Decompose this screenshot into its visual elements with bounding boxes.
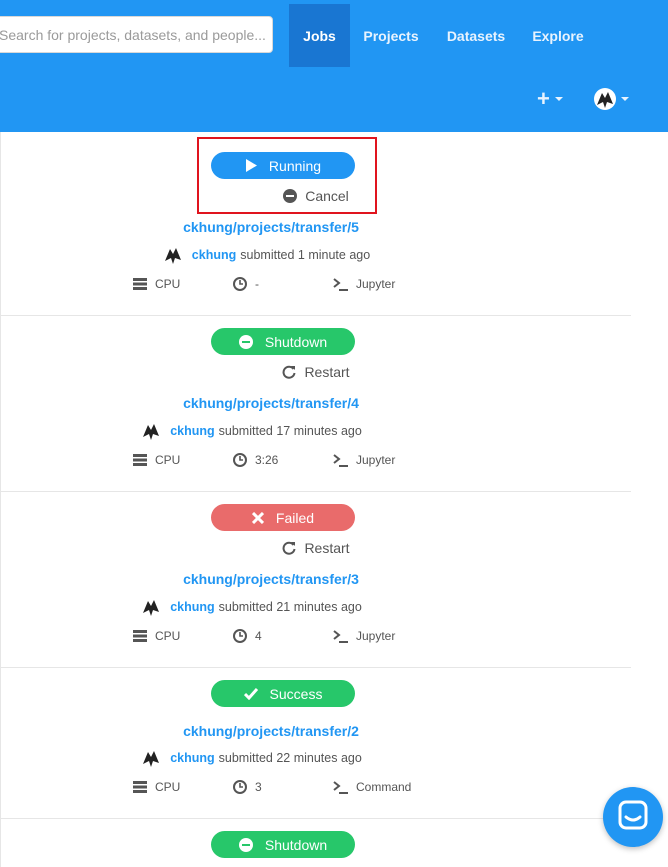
machine-label: CPU [155,780,181,794]
terminal-icon [333,453,348,467]
job-submission: ckhung submitted 17 minutes ago [0,420,536,442]
nav-datasets[interactable]: Datasets [440,4,512,67]
submitted-time: submitted 21 minutes ago [218,600,362,614]
create-menu-button[interactable]: + [537,86,563,112]
job-submission: ckhung submitted 21 minutes ago [0,596,536,618]
restart-icon [282,541,296,555]
user-link[interactable]: ckhung [170,600,214,614]
machine-info: CPU [133,453,180,467]
submitted-time: submitted 17 minutes ago [218,424,362,438]
server-icon [133,630,147,642]
mode-info: Command [333,780,411,794]
restart-icon [282,365,296,379]
search-box[interactable] [0,16,273,53]
status-label: Shutdown [264,836,328,853]
chat-icon [618,800,648,835]
duration-label: 4 [255,629,262,643]
duration-info: 4 [233,629,262,643]
jobs-list: Running Cancel ckhung/projects/transfer/… [0,132,631,867]
status-badge: Shutdown [211,831,355,858]
minus-circle-icon [238,334,253,349]
mode-label: Jupyter [356,453,396,467]
user-link[interactable]: ckhung [170,424,214,438]
terminal-icon [333,277,348,291]
mode-info: Jupyter [333,453,395,467]
user-link[interactable]: ckhung [170,751,214,765]
job-submission: ckhung submitted 22 minutes ago [0,747,536,769]
clock-icon [233,780,247,794]
status-label: Success [269,685,323,702]
avatar [140,747,163,769]
mode-label: Jupyter [356,277,396,291]
user-menu-button[interactable] [594,86,629,112]
chat-launcher-button[interactable] [603,787,663,847]
duration-label: - [255,277,259,291]
terminal-icon [333,780,348,794]
status-label: Failed [275,509,315,526]
restart-button[interactable]: Restart [1,362,631,382]
action-label: Restart [304,540,350,556]
job-card: Shutdown [1,819,631,867]
nav-projects[interactable]: Projects [356,4,426,67]
server-icon [133,454,147,466]
top-navbar: Jobs Projects Datasets Explore + [0,0,668,132]
avatar [140,420,163,442]
clock-icon [233,453,247,467]
machine-info: CPU [133,629,180,643]
user-link[interactable]: ckhung [192,248,236,262]
job-path-link[interactable]: ckhung/projects/transfer/3 [1,571,541,587]
search-input[interactable] [0,17,269,52]
chevron-down-icon [621,97,629,101]
restart-button[interactable]: Restart [1,538,631,558]
job-path-link[interactable]: ckhung/projects/transfer/4 [1,395,541,411]
plus-icon: + [537,86,550,111]
duration-info: 3:26 [233,453,278,467]
server-icon [133,781,147,793]
x-icon [251,511,264,524]
clock-icon [233,277,247,291]
machine-info: CPU [133,780,180,794]
machine-label: CPU [155,277,181,291]
mode-info: Jupyter [333,629,395,643]
terminal-icon [333,629,348,643]
mode-info: Jupyter [333,277,395,291]
job-submission: ckhung submitted 1 minute ago [0,244,551,266]
avatar [140,596,163,618]
server-icon [133,278,147,290]
minus-circle-icon [238,837,253,852]
job-card: Failed Restart ckhung/projects/transfer/… [1,492,631,668]
clock-icon [233,629,247,643]
status-label: Shutdown [264,333,328,350]
nav-jobs[interactable]: Jobs [289,4,350,67]
job-card: Success ckhung/projects/transfer/2 ckhun… [1,668,631,819]
status-badge: Shutdown [211,328,355,355]
job-path-link[interactable]: ckhung/projects/transfer/2 [1,723,541,739]
mode-label: Command [356,780,412,794]
machine-info: CPU [133,277,180,291]
mode-label: Jupyter [356,629,396,643]
job-card: Shutdown Restart ckhung/projects/transfe… [1,316,631,492]
duration-info: 3 [233,780,262,794]
avatar [594,88,616,110]
check-icon [243,687,258,700]
duration-label: 3:26 [255,453,279,467]
chevron-down-icon [554,97,563,101]
avatar [161,244,184,266]
action-label: Restart [304,364,350,380]
status-badge: Success [211,680,355,707]
duration-label: 3 [255,780,262,794]
submitted-time: submitted 1 minute ago [240,248,371,262]
status-badge: Failed [211,504,355,531]
nav-explore[interactable]: Explore [524,4,592,67]
job-path-link[interactable]: ckhung/projects/transfer/5 [1,219,541,235]
highlight-box [197,137,377,214]
submitted-time: submitted 22 minutes ago [218,751,362,765]
duration-info: - [233,277,259,291]
machine-label: CPU [155,629,181,643]
machine-label: CPU [155,453,181,467]
